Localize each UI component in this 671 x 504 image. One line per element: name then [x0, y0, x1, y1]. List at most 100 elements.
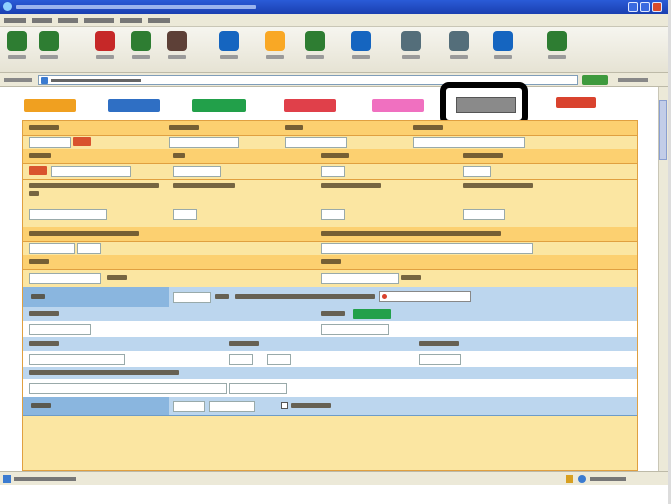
back-button[interactable] [4, 31, 30, 69]
stop-button[interactable] [92, 31, 118, 69]
form-row-station-inputs [23, 163, 637, 180]
mail-button[interactable] [348, 31, 374, 69]
menu-item-tools[interactable] [120, 18, 142, 23]
ground-rent-input[interactable] [419, 354, 461, 365]
other-transport-input[interactable] [321, 243, 533, 254]
forward-button[interactable] [36, 31, 62, 69]
form-row-location-header [23, 121, 637, 136]
form-row-features-inputs [23, 321, 637, 338]
lock-icon [566, 475, 573, 483]
search-button[interactable] [216, 31, 242, 69]
other-fee-amount-input[interactable] [229, 383, 287, 394]
form-row-school-inputs [23, 269, 637, 288]
prefecture-select[interactable] [29, 137, 71, 148]
print-button[interactable] [398, 31, 424, 69]
refresh-button[interactable] [128, 31, 154, 69]
scrollbar-thumb[interactable] [659, 100, 667, 160]
parking-checkbox-label [291, 403, 331, 408]
back-label [8, 55, 26, 59]
station-input[interactable] [173, 166, 221, 177]
lease-months-input[interactable] [267, 354, 291, 365]
lease-years-input[interactable] [229, 354, 253, 365]
form-row-features-header [23, 307, 637, 322]
layout-select[interactable] [29, 324, 91, 335]
address-label [4, 78, 32, 82]
status-bar [0, 471, 668, 485]
line-input[interactable] [51, 166, 131, 177]
status-text-line [14, 477, 76, 481]
bus-minutes-input[interactable] [173, 209, 197, 220]
features-button[interactable] [353, 309, 391, 319]
form-row-commute-inputs [23, 241, 637, 256]
other-fee-name-input[interactable] [29, 383, 227, 394]
tab-5[interactable] [372, 99, 424, 112]
elementary-school-input[interactable] [29, 273, 101, 284]
label-price [31, 294, 45, 299]
edit-icon [449, 31, 469, 51]
commute-time-input[interactable] [29, 243, 75, 254]
walk-minutes-input[interactable] [321, 166, 345, 177]
junior-high-suffix [401, 275, 421, 280]
label-parking [31, 403, 51, 408]
messenger-button[interactable] [544, 31, 570, 69]
ie-logo-icon [3, 2, 12, 11]
refresh-icon [131, 31, 151, 51]
favorites-icon [265, 31, 285, 51]
forward-label [40, 55, 58, 59]
commute-unit-input[interactable] [77, 243, 101, 254]
form-row-price [23, 287, 637, 308]
parking-fee-input[interactable] [209, 401, 255, 412]
messenger-icon [547, 31, 567, 51]
tab-7-button[interactable] [556, 97, 596, 108]
menu-item-edit[interactable] [32, 18, 52, 23]
history-label [306, 55, 324, 59]
history-button[interactable] [302, 31, 328, 69]
parking-select[interactable] [173, 401, 205, 412]
distance-input[interactable] [463, 166, 491, 177]
close-button[interactable] [652, 2, 662, 12]
menu-item-file[interactable] [4, 18, 26, 23]
links-label[interactable] [618, 78, 648, 82]
maximize-button[interactable] [640, 2, 650, 12]
label-other-fee [29, 370, 179, 375]
status-page-icon [3, 475, 11, 483]
label-town [285, 125, 303, 130]
block-input[interactable] [413, 137, 525, 148]
label-bus-stop [29, 183, 159, 188]
tab-4[interactable] [284, 99, 336, 112]
nearest-bus-input[interactable] [463, 209, 505, 220]
menu-item-favorites[interactable] [84, 18, 114, 23]
go-button[interactable] [582, 75, 608, 85]
city-input[interactable] [169, 137, 239, 148]
home-button[interactable] [164, 31, 190, 69]
edit-button[interactable] [446, 31, 472, 69]
prefecture-button[interactable] [73, 137, 91, 146]
mail-label [352, 55, 370, 59]
menu-item-help[interactable] [148, 18, 170, 23]
minimize-button[interactable] [628, 2, 638, 12]
price-input[interactable] [173, 292, 211, 303]
menu-item-view[interactable] [58, 18, 78, 23]
features-select[interactable] [321, 324, 389, 335]
label-bus-distance [321, 183, 381, 188]
bus-distance-input[interactable] [321, 209, 345, 220]
land-rights-select[interactable] [29, 354, 125, 365]
tab-1[interactable] [24, 99, 76, 112]
line-button[interactable] [29, 166, 47, 175]
junior-high-input[interactable] [321, 273, 399, 284]
price-info-button[interactable] [379, 291, 471, 302]
tab-3[interactable] [192, 99, 246, 112]
window-titlebar [0, 0, 668, 14]
parking-checkbox[interactable] [281, 402, 288, 409]
menu-bar [0, 14, 668, 27]
town-input[interactable] [285, 137, 347, 148]
form-row-other-fee-inputs [23, 379, 637, 398]
label-block [413, 125, 443, 130]
tab-2[interactable] [108, 99, 160, 112]
favorites-button[interactable] [262, 31, 288, 69]
discuss-button[interactable] [490, 31, 516, 69]
favorites-label [266, 55, 284, 59]
bus-stop-input[interactable] [29, 209, 107, 220]
form-row-parking [23, 397, 637, 416]
label-city [169, 125, 199, 130]
